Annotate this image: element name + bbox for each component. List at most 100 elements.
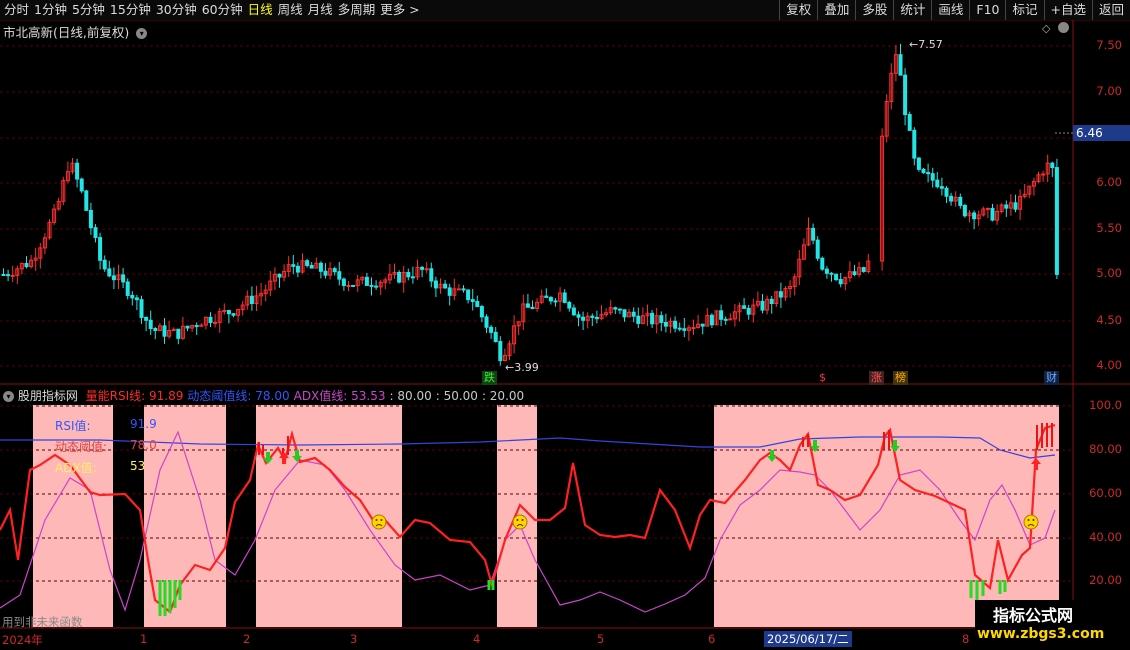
arrow-left-icon: ← <box>505 361 515 374</box>
chevron-down-icon[interactable]: ▾ <box>3 391 14 402</box>
candle-body <box>226 310 231 315</box>
sad-face-icon <box>1023 514 1039 530</box>
candle-body <box>1004 204 1009 209</box>
candle-body <box>277 273 282 278</box>
candle-body <box>6 274 11 277</box>
x-tick: 5 <box>597 632 605 646</box>
candle-body <box>985 207 990 210</box>
tag-drop[interactable]: 跌 <box>482 371 497 385</box>
candle-body <box>613 307 618 310</box>
candle-body <box>479 306 484 318</box>
candle-body <box>898 54 903 76</box>
price-tick: 7.50 <box>1096 38 1122 52</box>
candle-body <box>829 272 834 275</box>
candle-body <box>944 187 949 197</box>
candle-body <box>958 196 963 206</box>
candle-body <box>1013 202 1018 210</box>
sad-face-icon <box>371 514 387 530</box>
candle-body <box>935 179 940 188</box>
candle-body <box>309 264 314 269</box>
candle-body <box>677 327 682 330</box>
candle-body <box>709 314 714 326</box>
candle-body <box>466 289 471 301</box>
candle-body <box>374 285 379 288</box>
candle-body <box>650 312 655 325</box>
indicator-tick: 100.0 <box>1089 398 1122 412</box>
candle-body <box>194 325 199 328</box>
candle-body <box>631 311 636 317</box>
tag-board[interactable]: 榜 <box>893 371 908 385</box>
candle-body <box>461 288 466 291</box>
x-tick: 4 <box>473 632 481 646</box>
candle-body <box>742 305 747 309</box>
candle-body <box>723 318 728 321</box>
sad-face-eye <box>380 519 383 521</box>
candle-body <box>663 321 668 327</box>
sad-face-eye <box>516 519 519 521</box>
info-label: ADX值: <box>55 461 97 475</box>
candle-body <box>912 129 917 159</box>
candle-body <box>852 271 857 275</box>
candle-body <box>249 295 254 305</box>
price-tick: 4.00 <box>1096 358 1122 372</box>
candle-body <box>820 257 825 270</box>
info-label: RSI值: <box>55 419 91 433</box>
candle-body <box>1041 173 1046 176</box>
legend-items: 量能RSI线: 91.89 动态阈值线: 78.00 ADX值线: 53.53: 8… <box>82 389 524 403</box>
candle-body <box>746 307 751 315</box>
x-tick: 8 <box>962 632 970 646</box>
candle-body <box>1054 167 1059 275</box>
candle-body <box>576 314 581 318</box>
tag-rise-text: 涨 <box>871 371 882 384</box>
watermark: 指标公式网 www.zbgs3.com <box>975 600 1130 650</box>
watermark-title: 指标公式网 <box>993 606 1074 625</box>
candle-body <box>962 204 967 217</box>
candle-body <box>231 313 236 316</box>
candle-body <box>185 325 190 329</box>
x-tick: 2024年 <box>2 633 43 647</box>
candle-body <box>972 212 977 220</box>
candle-body <box>111 275 116 281</box>
candle-body <box>323 270 328 276</box>
candle-body <box>700 323 705 327</box>
price-tick: 5.50 <box>1096 221 1122 235</box>
legend-item: 量能RSI线: 91.89 <box>85 389 184 403</box>
candle-body <box>162 325 167 337</box>
current-price-label: 6.46 <box>1073 125 1130 141</box>
candle-body <box>553 300 558 303</box>
arrow-left-icon: ← <box>909 38 919 51</box>
candle-body <box>102 259 107 270</box>
candle-body <box>811 227 816 241</box>
candle-body <box>926 172 931 175</box>
tag-dollar-text: $ <box>819 371 826 384</box>
candle-body <box>590 315 595 318</box>
candle-body <box>148 319 153 329</box>
sad-face-eye <box>521 519 524 521</box>
candle-body <box>815 239 820 259</box>
legend-item: : 80.00 <box>389 389 432 403</box>
candle-body <box>921 168 926 174</box>
tag-dollar[interactable]: $ <box>817 371 828 385</box>
indicator-legend: ▾ 股朋指标网 量能RSI线: 91.89 动态阈值线: 78.00 ADX值线: … <box>3 387 524 404</box>
tag-finance-text: 财 <box>1046 371 1057 384</box>
candle-body <box>682 328 687 331</box>
candle-body <box>824 268 829 274</box>
candle-body <box>691 327 696 330</box>
candle-body <box>930 173 935 181</box>
candle-body <box>456 288 461 291</box>
candle-body <box>484 316 489 328</box>
info-value: 78.0 <box>130 438 157 452</box>
high-price-marker: ←7.57 <box>907 38 945 52</box>
candle-body <box>778 291 783 298</box>
candle-body <box>98 237 103 261</box>
candle-body <box>498 341 503 362</box>
candle-body <box>571 307 576 316</box>
tag-finance[interactable]: 财 <box>1044 371 1059 385</box>
candle-body <box>489 326 494 333</box>
candle-body <box>24 262 29 268</box>
indicator-name[interactable]: 股朋指标网 <box>18 389 78 403</box>
tag-rise[interactable]: 涨 <box>869 371 884 385</box>
x-tick: 3 <box>350 632 358 646</box>
candle-body <box>79 178 84 192</box>
price-tick: 7.00 <box>1096 84 1122 98</box>
